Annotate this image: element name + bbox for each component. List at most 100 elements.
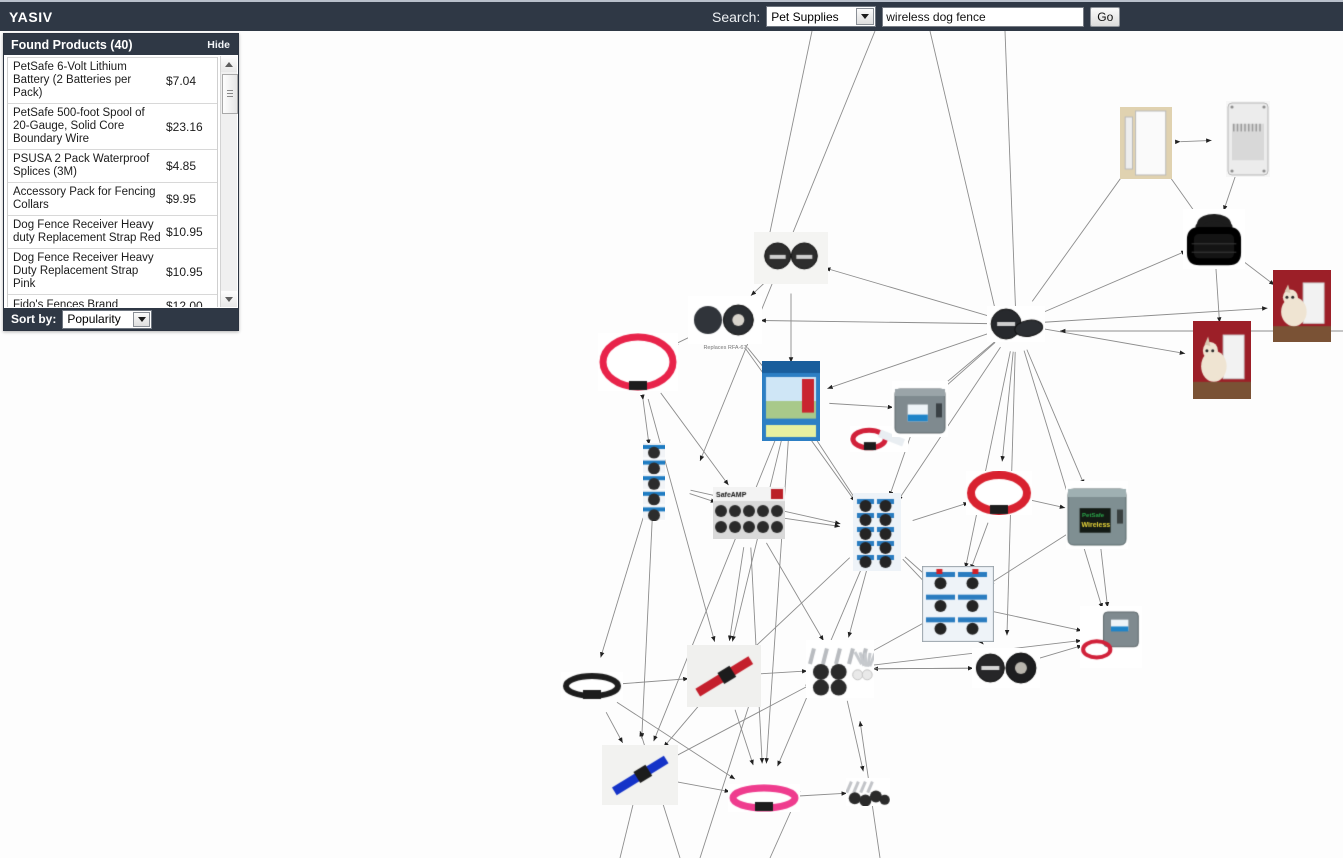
product-list-item[interactable]: Fido's Fences Brand $12.00 xyxy=(8,295,217,308)
product-thumbnail xyxy=(1120,107,1172,179)
graph-node-dog-at-door-photo-right[interactable] xyxy=(1273,270,1331,342)
product-thumbnail xyxy=(602,745,678,805)
product-price: $7.04 xyxy=(166,73,197,88)
graph-node-battery-multi-pack-tray[interactable] xyxy=(922,566,994,642)
sort-select-button[interactable] xyxy=(133,311,151,327)
product-thumbnail xyxy=(806,640,874,698)
graph-edge xyxy=(868,621,927,654)
graph-node-fence-hardware-kit[interactable] xyxy=(806,640,874,698)
product-price: $9.95 xyxy=(166,192,197,206)
graph-edge xyxy=(872,665,974,671)
product-thumbnail xyxy=(987,306,1045,342)
graph-node-red-wireless-collar[interactable] xyxy=(966,471,1032,515)
graph-edge xyxy=(847,568,868,638)
product-list-scrollbar[interactable] xyxy=(220,56,238,307)
grip-icon xyxy=(227,90,233,97)
scroll-down-button[interactable] xyxy=(221,291,237,307)
product-name: Dog Fence Receiver Heavy Duty Replacemen… xyxy=(13,252,154,290)
graph-edge xyxy=(1004,31,1019,322)
graph-edge xyxy=(766,542,824,642)
scrollbar-thumb[interactable] xyxy=(222,74,238,114)
product-list[interactable]: PetSafe 6-Volt Lithium Battery (2 Batter… xyxy=(7,57,218,307)
graph-edge xyxy=(1024,496,1066,509)
product-price: $10.95 xyxy=(166,225,203,239)
yasiv-logo[interactable]: YASIV xyxy=(9,9,53,25)
graph-edge xyxy=(1213,263,1222,323)
hide-panel-link[interactable]: Hide xyxy=(207,39,230,51)
graph-edge xyxy=(792,791,847,799)
graph-node-central-module-pair[interactable] xyxy=(987,306,1045,342)
product-thumbnail xyxy=(688,296,762,344)
graph-node-two-round-batteries[interactable] xyxy=(754,232,828,284)
category-select-button[interactable] xyxy=(856,8,875,25)
graph-node-red-receiver-collar[interactable] xyxy=(598,333,678,391)
scroll-up-button[interactable] xyxy=(221,56,237,72)
graph-node-white-pet-door-panel[interactable] xyxy=(1226,101,1270,177)
graph-edge xyxy=(783,517,841,528)
product-thumbnail xyxy=(966,471,1032,515)
search-input[interactable] xyxy=(882,6,1085,27)
product-thumbnail xyxy=(853,493,901,571)
graph-edge xyxy=(1000,351,1014,462)
graph-node-black-wireless-base[interactable] xyxy=(1183,209,1245,269)
graph-node-pet-door-frame-tan[interactable] xyxy=(1120,107,1172,179)
graph-node-black-module-pair[interactable] xyxy=(688,296,762,344)
graph-edge xyxy=(1041,250,1187,314)
product-list-item[interactable]: Accessory Pack for Fencing Collars $9.95 xyxy=(8,183,217,216)
product-thumbnail xyxy=(1226,101,1270,177)
sort-by-label: Sort by: xyxy=(11,312,57,326)
graph-edge xyxy=(1175,138,1212,145)
product-name: PetSafe 500-foot Spool of 20-Gauge, Soli… xyxy=(13,107,145,145)
found-products-panel: Found Products (40) Hide PetSafe 6-Volt … xyxy=(3,33,239,331)
category-select[interactable]: Pet Supplies xyxy=(766,6,877,27)
graph-node-battery-blister-card[interactable] xyxy=(853,493,901,571)
graph-node-black-collar[interactable] xyxy=(561,672,623,700)
graph-edge xyxy=(988,532,1070,585)
triangle-down-icon xyxy=(225,296,233,302)
product-thumbnail xyxy=(643,443,665,521)
product-thumbnail xyxy=(922,566,994,642)
product-list-item[interactable]: PetSafe 6-Volt Lithium Battery (2 Batter… xyxy=(8,57,217,104)
triangle-up-icon xyxy=(225,61,233,67)
graph-node-bark-control-retail-box[interactable] xyxy=(762,361,820,441)
product-name: Dog Fence Receiver Heavy duty Replacemen… xyxy=(13,219,161,244)
graph-edge xyxy=(912,502,969,522)
graph-edge xyxy=(1026,349,1085,486)
product-name: Fido's Fences Brand xyxy=(13,299,119,307)
graph-edge xyxy=(750,281,766,297)
product-thumbnail xyxy=(598,333,678,391)
graph-edge xyxy=(824,267,990,317)
chevron-down-icon xyxy=(137,316,146,322)
graph-node-blue-replacement-strap[interactable] xyxy=(602,745,678,805)
graph-node-small-collar-and-unit[interactable] xyxy=(1080,606,1142,668)
product-thumbnail xyxy=(561,672,623,700)
graph-edge xyxy=(1043,328,1186,355)
go-button[interactable]: Go xyxy=(1090,6,1121,27)
graph-node-petsafe-wireless-unit[interactable] xyxy=(1066,481,1128,549)
product-list-item[interactable]: Dog Fence Receiver Heavy Duty Replacemen… xyxy=(8,249,217,295)
panel-footer: Sort by: Popularity xyxy=(4,308,238,330)
product-list-item[interactable]: PSUSA 2 Pack Waterproof Splices (3M) $4.8… xyxy=(8,150,217,183)
top-bar: YASIV Search: Pet Supplies Go xyxy=(0,0,1343,31)
graph-edge xyxy=(763,31,813,257)
graph-edge xyxy=(639,519,653,739)
graph-node-dog-at-door-photo-lower[interactable] xyxy=(1193,321,1251,399)
graph-node-battery-blister-strip[interactable] xyxy=(643,443,665,521)
graph-node-two-modules-lower[interactable] xyxy=(972,648,1040,688)
graph-node-gray-fence-transmitter[interactable] xyxy=(892,381,948,437)
graph-edge xyxy=(1023,350,1103,609)
product-price: $4.85 xyxy=(166,159,197,173)
product-thumbnail xyxy=(754,232,828,284)
product-thumbnail xyxy=(1273,270,1331,342)
product-list-item[interactable]: PetSafe 500-foot Spool of 20-Gauge, Soli… xyxy=(8,104,217,150)
product-list-item[interactable]: Dog Fence Receiver Heavy duty Replacemen… xyxy=(8,216,217,249)
graph-edge xyxy=(753,669,808,677)
graph-edge xyxy=(964,351,1011,569)
sort-select-value: Popularity xyxy=(67,312,121,326)
product-price: $12.00 xyxy=(166,298,203,308)
sort-select[interactable]: Popularity xyxy=(62,309,153,329)
product-name: PetSafe 6-Volt Lithium Battery (2 Batter… xyxy=(13,61,132,99)
product-thumbnail xyxy=(1080,606,1142,668)
graph-edge xyxy=(846,700,865,772)
graph-node-screws-and-magnets[interactable] xyxy=(846,778,890,806)
